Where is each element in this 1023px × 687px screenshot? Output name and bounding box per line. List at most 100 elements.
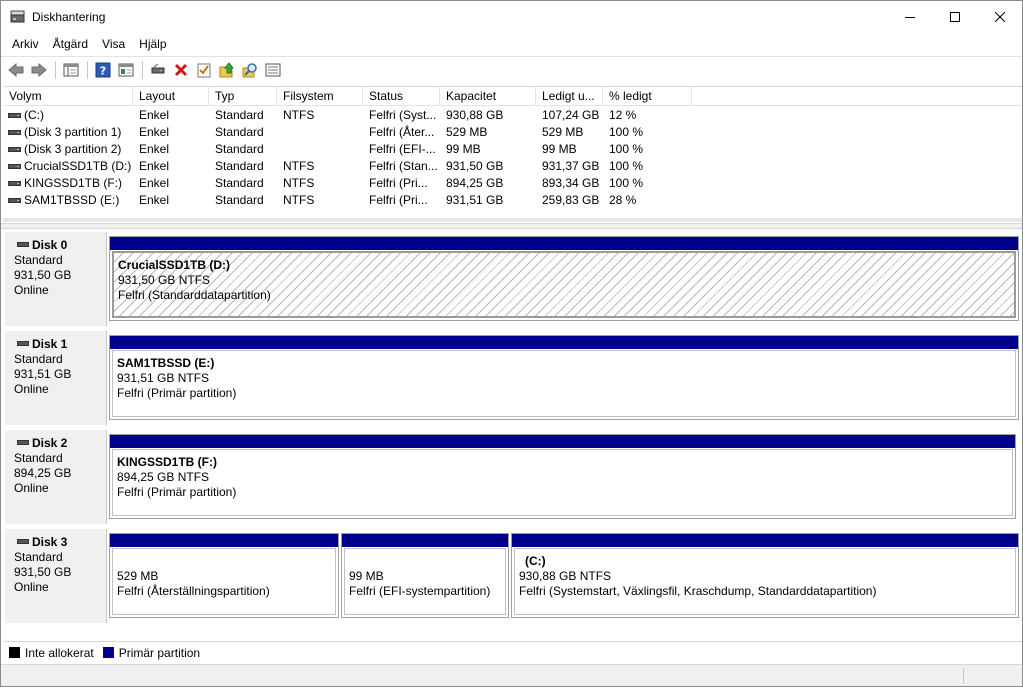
cell-typ: Standard bbox=[215, 142, 264, 156]
partition-c[interactable]: (C:) 930,88 GB NTFS Felfri (Systemstart,… bbox=[511, 533, 1019, 618]
disk-label[interactable]: Disk 0 Standard 931,50 GB Online bbox=[5, 232, 107, 326]
disk-label[interactable]: Disk 2 Standard 894,25 GB Online bbox=[5, 430, 107, 524]
cell-procent-ledigt: 28 % bbox=[609, 193, 637, 207]
delete-button[interactable] bbox=[170, 59, 192, 81]
disk-type: Standard bbox=[14, 451, 63, 465]
checklist-icon bbox=[197, 63, 211, 77]
checklist-button[interactable] bbox=[193, 59, 215, 81]
list-icon bbox=[265, 63, 281, 76]
close-button[interactable] bbox=[977, 1, 1023, 33]
disk-state: Online bbox=[14, 283, 49, 297]
column-header-ledigt[interactable]: Ledigt u... bbox=[536, 87, 603, 106]
column-header-typ[interactable]: Typ bbox=[209, 87, 277, 106]
maximize-button[interactable] bbox=[932, 1, 978, 33]
menu-atgard[interactable]: Åtgärd bbox=[46, 34, 95, 54]
legend-swatch-primary bbox=[102, 647, 114, 658]
properties-view-button[interactable] bbox=[115, 59, 137, 81]
volume-row-disk3-partition2[interactable]: (Disk 3 partition 2) Enkel Standard Felf… bbox=[3, 141, 1022, 158]
legend-label-unallocated: Inte allokerat bbox=[25, 645, 94, 660]
column-header-layout[interactable]: Layout bbox=[133, 87, 209, 106]
console-tree-button[interactable] bbox=[60, 59, 82, 81]
disk-name: Disk 2 bbox=[32, 436, 68, 450]
cell-status: Felfri (Stan... bbox=[369, 159, 438, 173]
partition-recovery[interactable]: 529 MB Felfri (Återställningspartition) bbox=[109, 533, 339, 618]
partition-type-bar bbox=[110, 534, 338, 547]
cell-ledigt: 259,83 GB bbox=[542, 193, 600, 207]
partition-body[interactable]: (C:) 930,88 GB NTFS Felfri (Systemstart,… bbox=[514, 548, 1016, 615]
cell-layout: Enkel bbox=[139, 142, 170, 156]
cell-typ: Standard bbox=[215, 108, 264, 122]
partition-status: Felfri (Primär partition) bbox=[117, 485, 237, 499]
title-bar: Diskhantering bbox=[1, 1, 1022, 33]
partition-size: 930,88 GB NTFS bbox=[519, 569, 612, 583]
partition-crucialssd1tb[interactable]: CrucialSSD1TB (D:) 931,50 GB NTFS Felfri… bbox=[109, 236, 1019, 321]
cell-volym: CrucialSSD1TB (D:) bbox=[24, 159, 132, 173]
forward-button[interactable] bbox=[28, 59, 50, 81]
partition-body[interactable]: KINGSSD1TB (F:) 894,25 GB NTFS Felfri (P… bbox=[112, 449, 1013, 516]
partition-sam1tbssd[interactable]: SAM1TBSSD (E:) 931,51 GB NTFS Felfri (Pr… bbox=[109, 335, 1019, 420]
partition-name bbox=[117, 554, 335, 569]
folder-up-button[interactable] bbox=[216, 59, 238, 81]
console-tree-icon bbox=[63, 63, 79, 76]
pane-splitter[interactable] bbox=[1, 223, 1022, 229]
list-button[interactable] bbox=[262, 59, 284, 81]
column-header-filsystem[interactable]: Filsystem bbox=[277, 87, 363, 106]
cell-kapacitet: 894,25 GB bbox=[446, 176, 504, 190]
disk-name: Disk 3 bbox=[32, 535, 68, 549]
partition-body[interactable]: SAM1TBSSD (E:) 931,51 GB NTFS Felfri (Pr… bbox=[112, 350, 1016, 417]
column-header-procent-ledigt[interactable]: % ledigt bbox=[603, 87, 692, 106]
cell-volym: (C:) bbox=[24, 108, 44, 122]
disk-label[interactable]: Disk 1 Standard 931,51 GB Online bbox=[5, 331, 107, 425]
help-button[interactable]: ? bbox=[92, 59, 114, 81]
cell-layout: Enkel bbox=[139, 193, 170, 207]
volume-row-disk3-partition1[interactable]: (Disk 3 partition 1) Enkel Standard Felf… bbox=[3, 124, 1022, 141]
disk-icon bbox=[17, 242, 29, 247]
partition-kingssd1tb[interactable]: KINGSSD1TB (F:) 894,25 GB NTFS Felfri (P… bbox=[109, 434, 1016, 519]
column-header-kapacitet[interactable]: Kapacitet bbox=[440, 87, 536, 106]
menu-arkiv[interactable]: Arkiv bbox=[5, 34, 46, 54]
disk-row-2: Disk 2 Standard 894,25 GB Online KINGSSD… bbox=[3, 428, 1022, 525]
cell-typ: Standard bbox=[215, 193, 264, 207]
cell-layout: Enkel bbox=[139, 108, 170, 122]
disk-icon bbox=[17, 539, 29, 544]
window-title: Diskhantering bbox=[32, 10, 106, 24]
search-icon bbox=[242, 62, 257, 77]
menu-hjalp[interactable]: Hjälp bbox=[132, 34, 173, 54]
volume-list-scrollbar[interactable] bbox=[3, 218, 1022, 222]
partition-body[interactable]: CrucialSSD1TB (D:) 931,50 GB NTFS Felfri… bbox=[112, 251, 1016, 318]
disk-icon bbox=[17, 341, 29, 346]
cell-layout: Enkel bbox=[139, 125, 170, 139]
svg-text:?: ? bbox=[100, 64, 106, 77]
disk-label[interactable]: Disk 3 Standard 931,50 GB Online bbox=[5, 529, 107, 623]
cell-procent-ledigt: 100 % bbox=[609, 125, 644, 139]
partition-size: 529 MB bbox=[117, 569, 159, 583]
cell-ledigt: 107,24 GB bbox=[542, 108, 600, 122]
cell-procent-ledigt: 100 % bbox=[609, 159, 644, 173]
volume-row-sam1tbssd[interactable]: SAM1TBSSD (E:) Enkel Standard NTFS Felfr… bbox=[3, 192, 1022, 209]
partition-status: Felfri (EFI-systempartition) bbox=[349, 584, 491, 598]
cell-status: Felfri (Syst... bbox=[369, 108, 437, 122]
search-button[interactable] bbox=[239, 59, 261, 81]
partition-size: 99 MB bbox=[349, 569, 384, 583]
partition-body[interactable]: 99 MB Felfri (EFI-systempartition) bbox=[344, 548, 506, 615]
delete-red-x-icon bbox=[174, 63, 188, 76]
volume-row-c[interactable]: (C:) Enkel Standard NTFS Felfri (Syst...… bbox=[3, 107, 1022, 124]
partition-type-bar bbox=[110, 435, 1015, 448]
column-header-volym[interactable]: Volym bbox=[3, 87, 133, 106]
partition-body[interactable]: 529 MB Felfri (Återställningspartition) bbox=[112, 548, 336, 615]
back-button[interactable] bbox=[5, 59, 27, 81]
minimize-button[interactable] bbox=[887, 1, 933, 33]
disk-state: Online bbox=[14, 580, 49, 594]
connect-drive-button[interactable] bbox=[147, 59, 169, 81]
help-icon: ? bbox=[95, 62, 111, 77]
volume-row-crucialssd1tb[interactable]: CrucialSSD1TB (D:) Enkel Standard NTFS F… bbox=[3, 158, 1022, 175]
disk-row-1: Disk 1 Standard 931,51 GB Online SAM1TBS… bbox=[3, 329, 1022, 426]
menu-visa[interactable]: Visa bbox=[95, 34, 132, 54]
disk-graphical-view: Disk 0 Standard 931,50 GB Online Crucial… bbox=[3, 230, 1022, 638]
volume-list: Volym Layout Typ Filsystem Status Kapaci… bbox=[3, 86, 1022, 222]
disk-size: 931,50 GB bbox=[14, 268, 72, 282]
column-header-status[interactable]: Status bbox=[363, 87, 440, 106]
volume-row-kingssd1tb[interactable]: KINGSSD1TB (F:) Enkel Standard NTFS Felf… bbox=[3, 175, 1022, 192]
partition-name bbox=[349, 554, 505, 569]
partition-efi[interactable]: 99 MB Felfri (EFI-systempartition) bbox=[341, 533, 509, 618]
